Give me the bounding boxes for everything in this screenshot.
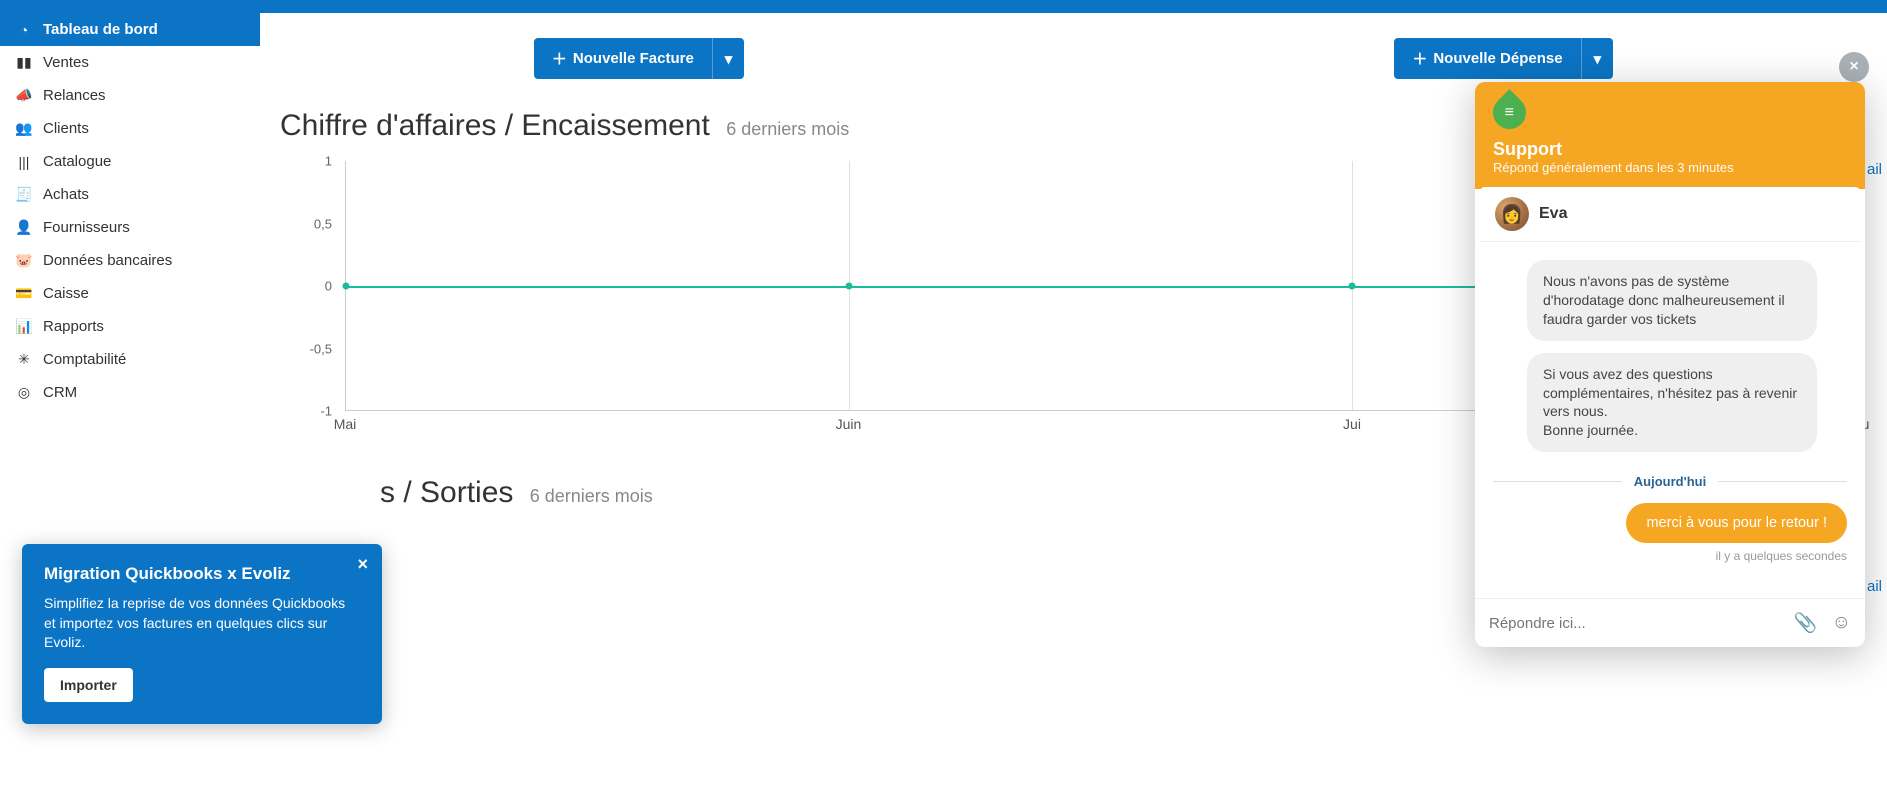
detail-link-fragment[interactable]: ail xyxy=(1867,578,1882,595)
toast-close-button[interactable]: × xyxy=(357,554,368,575)
chat-input-row: 📎 ☺ xyxy=(1475,598,1865,647)
sidebar-item-label: Ventes xyxy=(43,54,89,71)
sidebar-item-sales[interactable]: ▮▮ Ventes xyxy=(0,46,260,79)
sidebar-item-label: Relances xyxy=(43,87,106,104)
sidebar-item-label: Fournisseurs xyxy=(43,219,130,236)
sidebar-item-label: Achats xyxy=(43,186,89,203)
caret-down-icon: ▾ xyxy=(1594,50,1602,68)
x-tick: Juin xyxy=(836,416,862,432)
caret-down-icon: ▾ xyxy=(725,50,733,68)
sidebar-item-bank[interactable]: 🐷 Données bancaires xyxy=(0,244,260,277)
sales-icon: ▮▮ xyxy=(15,54,33,71)
y-axis: 1 0,5 0 -0,5 -1 xyxy=(300,161,340,411)
button-label: Nouvelle Facture xyxy=(573,50,694,67)
toast-import-button[interactable]: Importer xyxy=(44,668,133,702)
sidebar-item-clients[interactable]: 👥 Clients xyxy=(0,112,260,145)
chat-header: ≡ Support Répond généralement dans les 3… xyxy=(1475,82,1865,189)
divider-label: Aujourd'hui xyxy=(1634,474,1706,489)
plus-icon: ＋ xyxy=(1412,48,1427,69)
sidebar-item-cashregister[interactable]: 💳 Caisse xyxy=(0,277,260,310)
sidebar-item-crm[interactable]: ◎ CRM xyxy=(0,376,260,409)
chat-day-divider: Aujourd'hui xyxy=(1493,474,1847,489)
support-chat: ≡ Support Répond généralement dans les 3… xyxy=(1475,82,1865,647)
plus-icon: ＋ xyxy=(552,48,567,69)
sidebar-item-catalog[interactable]: ||| Catalogue xyxy=(0,145,260,178)
sidebar-item-label: Comptabilité xyxy=(43,351,126,368)
chart-title-text: Chiffre d'affaires / Encaissement xyxy=(280,109,710,142)
chart-title-text: s / Sorties xyxy=(380,476,513,509)
chat-logo-icon: ≡ xyxy=(1486,89,1533,136)
chat-message-in: Si vous avez des questions complémentair… xyxy=(1527,353,1817,453)
chat-message-out: merci à vous pour le retour ! xyxy=(1626,503,1847,543)
y-tick: 1 xyxy=(325,154,332,169)
new-expense-group: ＋ Nouvelle Dépense ▾ xyxy=(1394,38,1613,79)
chart-subtitle: 6 derniers mois xyxy=(726,119,849,139)
sidebar-item-purchases[interactable]: 🧾 Achats xyxy=(0,178,260,211)
attach-icon[interactable]: 📎 xyxy=(1794,611,1818,635)
chat-subtitle: Répond généralement dans les 3 minutes xyxy=(1493,160,1847,175)
chart-subtitle: 6 derniers mois xyxy=(530,486,653,506)
toast-body: Simplifiez la reprise de vos données Qui… xyxy=(44,594,360,653)
y-tick: -1 xyxy=(320,404,332,419)
megaphone-icon: 📣 xyxy=(15,87,33,104)
sidebar-item-label: Caisse xyxy=(43,285,89,302)
clients-icon: 👥 xyxy=(15,120,33,137)
chat-body: Nous n'avons pas de système d'horodatage… xyxy=(1475,244,1865,598)
y-tick: 0,5 xyxy=(314,216,332,231)
sidebar-item-label: Données bancaires xyxy=(43,252,172,269)
sidebar-item-reports[interactable]: 📊 Rapports xyxy=(0,310,260,343)
target-icon: ◎ xyxy=(15,384,33,401)
new-expense-dropdown[interactable]: ▾ xyxy=(1581,38,1614,79)
migration-toast: × Migration Quickbooks x Evoliz Simplifi… xyxy=(22,544,382,724)
chart-icon: 📊 xyxy=(15,318,33,335)
sidebar-item-label: Clients xyxy=(43,120,89,137)
operator-avatar xyxy=(1495,197,1529,231)
sidebar-item-dashboard[interactable]: ◔ Tableau de bord xyxy=(0,13,260,46)
chat-reply-input[interactable] xyxy=(1489,615,1780,632)
chat-operator-row: Eva xyxy=(1479,187,1861,242)
piggybank-icon: 🐷 xyxy=(15,252,33,269)
sidebar-item-label: Rapports xyxy=(43,318,104,335)
y-tick: -0,5 xyxy=(310,341,332,356)
x-tick: Jui xyxy=(1343,416,1361,432)
chat-timestamp: il y a quelques secondes xyxy=(1493,549,1847,563)
data-point xyxy=(846,282,853,289)
supplier-icon: 👤 xyxy=(15,219,33,236)
barcode-icon: ||| xyxy=(15,154,33,170)
chat-close-button[interactable]: × xyxy=(1839,52,1869,82)
toast-title: Migration Quickbooks x Evoliz xyxy=(44,564,360,584)
card-icon: 💳 xyxy=(15,285,33,302)
sidebar-item-label: Catalogue xyxy=(43,153,111,170)
new-invoice-group: ＋ Nouvelle Facture ▾ xyxy=(534,38,744,79)
sidebar-item-suppliers[interactable]: 👤 Fournisseurs xyxy=(0,211,260,244)
detail-link-fragment[interactable]: ail xyxy=(1867,161,1882,178)
sidebar-item-label: Tableau de bord xyxy=(43,21,158,38)
button-label: Nouvelle Dépense xyxy=(1433,50,1562,67)
chat-title: Support xyxy=(1493,139,1847,160)
gear-icon: ✳ xyxy=(15,351,33,368)
chat-message-in: Nous n'avons pas de système d'horodatage… xyxy=(1527,260,1817,341)
receipt-icon: 🧾 xyxy=(15,186,33,203)
sidebar-item-accounting[interactable]: ✳ Comptabilité xyxy=(0,343,260,376)
data-point xyxy=(1349,282,1356,289)
data-point xyxy=(343,282,350,289)
emoji-icon[interactable]: ☺ xyxy=(1832,612,1851,634)
dashboard-icon: ◔ xyxy=(15,22,33,38)
y-tick: 0 xyxy=(325,279,332,294)
sidebar-item-reminders[interactable]: 📣 Relances xyxy=(0,79,260,112)
sidebar-item-label: CRM xyxy=(43,384,77,401)
new-expense-button[interactable]: ＋ Nouvelle Dépense xyxy=(1394,38,1580,79)
x-tick: Mai xyxy=(334,416,357,432)
new-invoice-dropdown[interactable]: ▾ xyxy=(712,38,745,79)
new-invoice-button[interactable]: ＋ Nouvelle Facture xyxy=(534,38,712,79)
operator-name: Eva xyxy=(1539,205,1567,223)
app-topbar xyxy=(0,0,1887,13)
